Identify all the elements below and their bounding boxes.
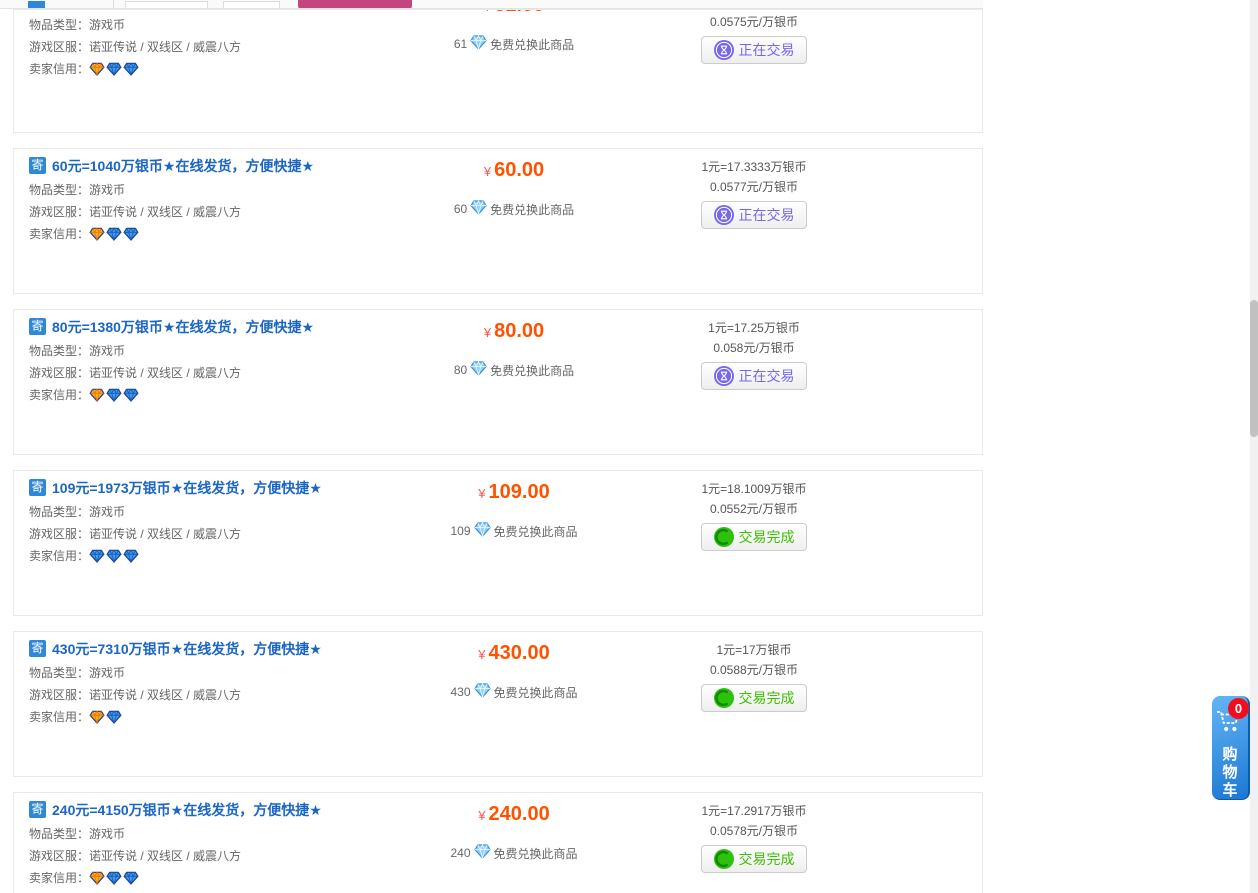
credit-gem-icons xyxy=(89,710,122,724)
cart-count-badge: 0 xyxy=(1228,698,1249,719)
listing-title-link[interactable]: 60元=1040万银币★在线发货，方便快捷★ xyxy=(52,157,314,175)
cart-label: 购 物 车 xyxy=(1212,746,1248,800)
rate-line-2: 0.0577元/万银币 xyxy=(649,177,859,197)
price: ¥109.00 xyxy=(419,479,609,505)
listing-row: 寄 物品类型：游戏币 游戏区服：诺亚传说 / 双线区 / 威震八方 卖家信用： … xyxy=(13,9,983,133)
status-button[interactable]: 正在交易 xyxy=(701,36,807,64)
listing-row: 寄 240元=4150万银币★在线发货，方便快捷★ 物品类型：游戏币 游戏区服：… xyxy=(13,792,983,893)
credit-gem-icons xyxy=(89,227,139,241)
listing-title-link[interactable]: 109元=1973万银币★在线发货，方便快捷★ xyxy=(52,479,322,497)
price: ¥430.00 xyxy=(419,640,609,666)
toolbar-divider xyxy=(113,0,114,9)
filter-input[interactable] xyxy=(223,1,280,9)
diamond-icon xyxy=(470,361,487,379)
diamond-icon xyxy=(474,683,491,701)
item-type-line: 物品类型：游戏币 xyxy=(29,823,429,845)
server-line: 游戏区服：诺亚传说 / 双线区 / 威震八方 xyxy=(29,845,429,867)
exchange-line: 109免费兑换此商品 xyxy=(419,522,609,540)
price: ¥60.00 xyxy=(419,157,609,183)
listing-title-link[interactable]: 80元=1380万银币★在线发货，方便快捷★ xyxy=(52,318,314,336)
exchange-line: 240免费兑换此商品 xyxy=(419,844,609,862)
diamond-icon xyxy=(474,522,491,540)
listing-row: 寄 60元=1040万银币★在线发货，方便快捷★ 物品类型：游戏币 游戏区服：诺… xyxy=(13,148,983,294)
server-line: 游戏区服：诺亚传说 / 双线区 / 威震八方 xyxy=(29,362,429,384)
filter-input[interactable] xyxy=(125,1,208,9)
server-line: 游戏区服：诺亚传说 / 双线区 / 威震八方 xyxy=(29,201,429,223)
status-button[interactable]: 交易完成 xyxy=(701,684,807,712)
credit-gem-icons xyxy=(89,549,139,563)
exchange-line: 80免费兑换此商品 xyxy=(419,361,609,379)
status-icon xyxy=(714,849,734,869)
rate-line-2: 0.058元/万银币 xyxy=(649,338,859,358)
rate-line-1: 1元=17.3333万银币 xyxy=(649,157,859,177)
server-line: 游戏区服：诺亚传说 / 双线区 / 威震八方 xyxy=(29,523,429,545)
rate-line-2: 0.0588元/万银币 xyxy=(649,660,859,680)
status-button[interactable]: 交易完成 xyxy=(701,845,807,873)
shopping-cart-widget[interactable]: 0 购 物 车 xyxy=(1212,696,1250,800)
rate-line-1: 1元=17.25万银币 xyxy=(649,318,859,338)
diamond-icon xyxy=(470,35,487,53)
consign-badge: 寄 xyxy=(29,801,46,818)
rate-line-1: 1元=17.2917万银币 xyxy=(649,801,859,821)
credit-line: 卖家信用： xyxy=(29,545,429,567)
credit-gem-icons xyxy=(89,871,139,885)
consign-badge: 寄 xyxy=(29,479,46,496)
server-line: 游戏区服：诺亚传说 / 双线区 / 威震八方 xyxy=(29,36,429,58)
listing-title-link[interactable]: 430元=7310万银币★在线发货，方便快捷★ xyxy=(52,640,322,658)
price: ¥61.00 xyxy=(419,9,609,18)
price: ¥80.00 xyxy=(419,318,609,344)
status-icon xyxy=(714,527,734,547)
item-type-line: 物品类型：游戏币 xyxy=(29,501,429,523)
item-type-line: 物品类型：游戏币 xyxy=(29,662,429,684)
selected-tab-sliver[interactable] xyxy=(28,1,45,9)
rate-line-2: 0.0552元/万银币 xyxy=(649,499,859,519)
rate-line-1: 1元=17万银币 xyxy=(649,640,859,660)
status-button[interactable]: 正在交易 xyxy=(701,362,807,390)
diamond-icon xyxy=(470,200,487,218)
exchange-line: 60免费兑换此商品 xyxy=(419,200,609,218)
consign-badge: 寄 xyxy=(29,157,46,174)
consign-badge: 寄 xyxy=(29,318,46,335)
scrollbar-track[interactable] xyxy=(1250,0,1258,893)
item-type-line: 物品类型：游戏币 xyxy=(29,340,429,362)
listing-row: 寄 430元=7310万银币★在线发货，方便快捷★ 物品类型：游戏币 游戏区服：… xyxy=(13,631,983,777)
rate-line-2: 0.0575元/万银币 xyxy=(649,12,859,32)
listing-list: 寄 物品类型：游戏币 游戏区服：诺亚传说 / 双线区 / 威震八方 卖家信用： … xyxy=(13,9,983,893)
scrollbar-thumb[interactable] xyxy=(1250,300,1258,437)
status-icon xyxy=(714,366,734,386)
exchange-line: 61免费兑换此商品 xyxy=(419,35,609,53)
credit-gem-icons xyxy=(89,62,139,76)
credit-line: 卖家信用： xyxy=(29,706,429,728)
status-icon xyxy=(714,205,734,225)
listing-row: 寄 80元=1380万银币★在线发货，方便快捷★ 物品类型：游戏币 游戏区服：诺… xyxy=(13,309,983,455)
item-type-line: 物品类型：游戏币 xyxy=(29,179,429,201)
credit-line: 卖家信用： xyxy=(29,223,429,245)
item-type-line: 物品类型：游戏币 xyxy=(29,14,429,36)
credit-line: 卖家信用： xyxy=(29,384,429,406)
status-icon xyxy=(714,688,734,708)
rate-line-1: 1元=18.1009万银币 xyxy=(649,479,859,499)
filter-bar xyxy=(0,0,983,9)
status-icon xyxy=(714,40,734,60)
status-button[interactable]: 正在交易 xyxy=(701,201,807,229)
listing-title-link[interactable]: 240元=4150万银币★在线发货，方便快捷★ xyxy=(52,801,322,819)
diamond-icon xyxy=(474,844,491,862)
listing-row: 寄 109元=1973万银币★在线发货，方便快捷★ 物品类型：游戏币 游戏区服：… xyxy=(13,470,983,616)
credit-line: 卖家信用： xyxy=(29,58,429,80)
rate-line-2: 0.0578元/万银币 xyxy=(649,821,859,841)
search-button[interactable] xyxy=(298,0,412,9)
credit-gem-icons xyxy=(89,388,139,402)
price: ¥240.00 xyxy=(419,801,609,827)
server-line: 游戏区服：诺亚传说 / 双线区 / 威震八方 xyxy=(29,684,429,706)
consign-badge: 寄 xyxy=(29,640,46,657)
status-button[interactable]: 交易完成 xyxy=(701,523,807,551)
exchange-line: 430免费兑换此商品 xyxy=(419,683,609,701)
credit-line: 卖家信用： xyxy=(29,867,429,889)
